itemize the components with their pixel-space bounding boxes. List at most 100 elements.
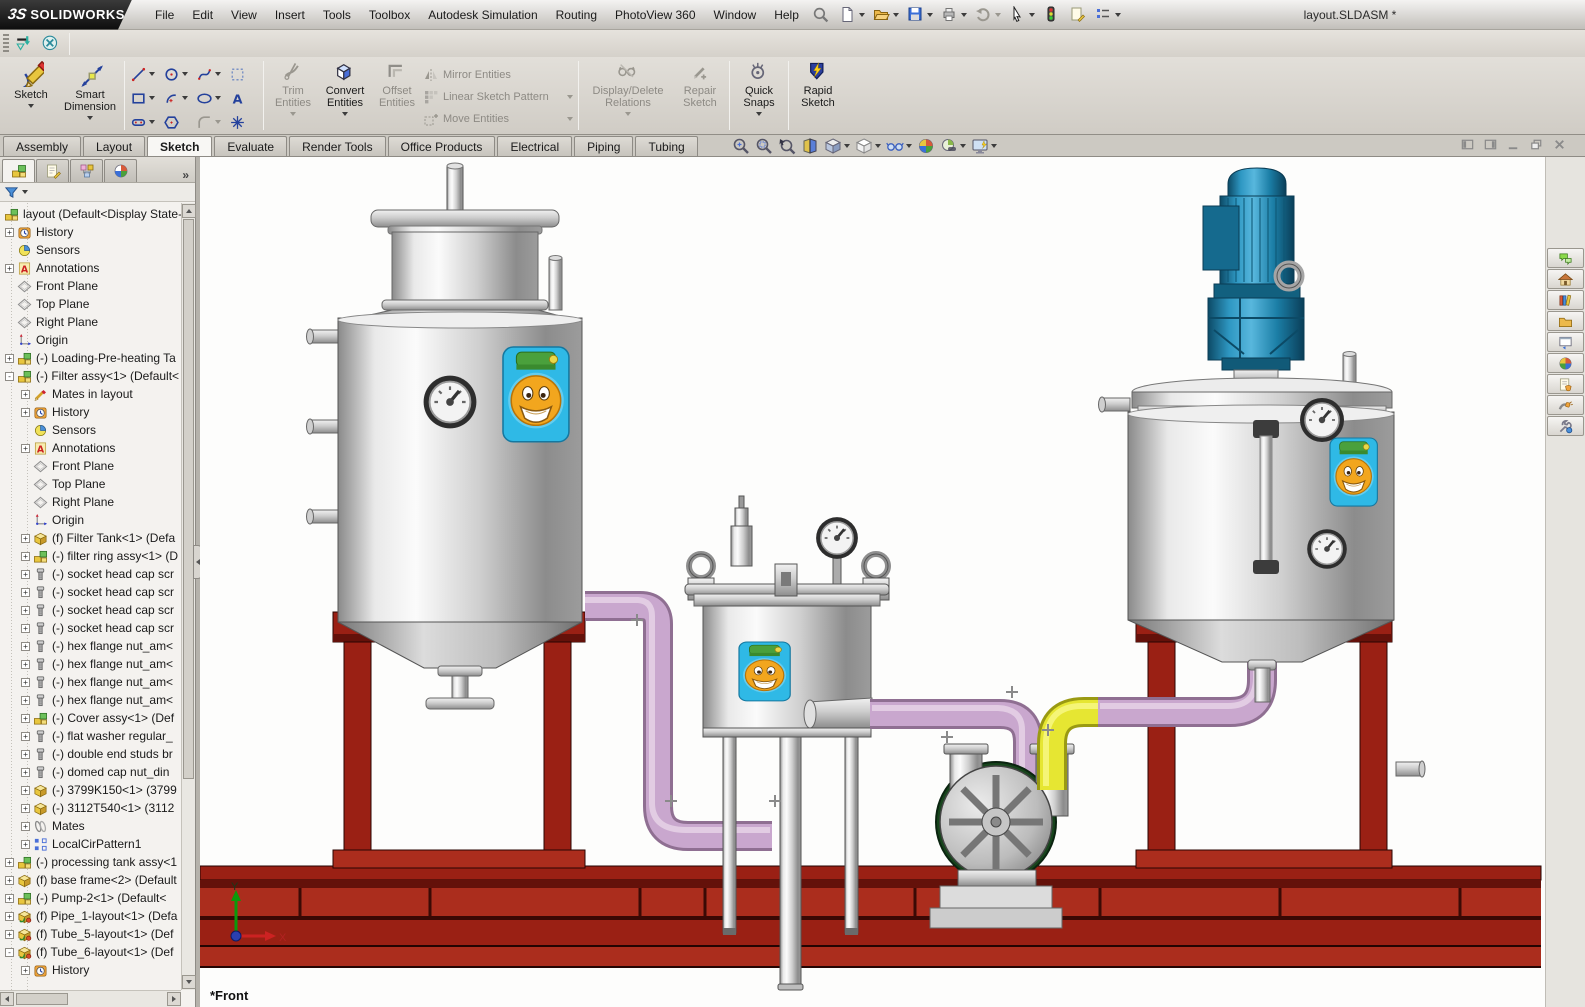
trim-entities-button[interactable]: Trim Entities xyxy=(267,57,319,134)
expand-icon[interactable]: + xyxy=(21,822,30,831)
tree-item[interactable]: +(-) 3112T540<1> (3112 xyxy=(0,799,181,817)
menu-edit[interactable]: Edit xyxy=(183,4,222,26)
chevron-down-icon[interactable] xyxy=(215,96,221,100)
expand-icon[interactable]: + xyxy=(5,264,14,273)
tree-item[interactable]: Top Plane xyxy=(0,475,181,493)
expand-icon[interactable]: + xyxy=(5,858,14,867)
chevron-down-icon[interactable] xyxy=(906,144,912,148)
tree-item[interactable]: Top Plane xyxy=(0,295,181,313)
speech-bubbles-button[interactable] xyxy=(1547,248,1584,268)
menu-file[interactable]: File xyxy=(146,4,183,26)
view-settings-button[interactable] xyxy=(938,136,968,156)
menu-insert[interactable]: Insert xyxy=(266,4,314,26)
tree-item[interactable]: +History xyxy=(0,223,181,241)
chevron-down-icon[interactable] xyxy=(290,112,296,116)
toolbar-drag-handle[interactable] xyxy=(3,34,9,54)
tree-horizontal-scrollbar[interactable] xyxy=(0,990,181,1007)
rebuild-traffic-light-button[interactable] xyxy=(1040,3,1064,27)
chevron-down-icon[interactable] xyxy=(215,72,221,76)
tree-item[interactable]: +(-) Pump-2<1> (Default< xyxy=(0,889,181,907)
tab-sketch[interactable]: Sketch xyxy=(147,136,212,156)
tree-item[interactable]: -(-) Filter assy<1> (Default< xyxy=(0,367,181,385)
chevron-down-icon[interactable] xyxy=(215,120,221,124)
undo-button[interactable] xyxy=(972,3,1004,27)
collapse-icon[interactable]: - xyxy=(5,948,14,957)
tree-item[interactable]: Origin xyxy=(0,331,181,349)
chevron-down-icon[interactable] xyxy=(625,112,631,116)
magnified-selection-button[interactable] xyxy=(776,136,798,156)
tree-item[interactable]: +(f) Tube_5-layout<1> (Def xyxy=(0,925,181,943)
section-view-button[interactable] xyxy=(799,136,821,156)
menu-photoview-360[interactable]: PhotoView 360 xyxy=(606,4,705,26)
expand-icon[interactable]: + xyxy=(21,786,30,795)
menu-window[interactable]: Window xyxy=(705,4,766,26)
menu-help[interactable]: Help xyxy=(765,4,808,26)
tree-item[interactable]: +(-) socket head cap scr xyxy=(0,565,181,583)
chevron-down-icon[interactable] xyxy=(1115,13,1121,17)
graphics-viewport[interactable]: Y X *Front xyxy=(200,157,1545,1007)
menu-routing[interactable]: Routing xyxy=(547,4,606,26)
tab-evaluate[interactable]: Evaluate xyxy=(214,136,287,156)
tree-item[interactable]: Origin xyxy=(0,511,181,529)
select-cursor-button[interactable] xyxy=(1006,3,1038,27)
chevron-down-icon[interactable] xyxy=(567,117,573,121)
tree-item[interactable]: +(-) processing tank assy<1 xyxy=(0,853,181,871)
menu-toolbox[interactable]: Toolbox xyxy=(360,4,419,26)
search-icon[interactable] xyxy=(812,6,829,23)
chevron-down-icon[interactable] xyxy=(149,72,155,76)
expand-icon[interactable]: + xyxy=(5,354,14,363)
expand-icon[interactable]: + xyxy=(21,408,30,417)
tree-item[interactable]: +Mates xyxy=(0,817,181,835)
chevron-down-icon[interactable] xyxy=(342,112,348,116)
scroll-left-icon[interactable] xyxy=(0,992,14,1006)
tree-item[interactable]: +(-) filter ring assy<1> (D xyxy=(0,547,181,565)
close-button[interactable] xyxy=(1549,136,1569,153)
circle-tool-button[interactable] xyxy=(161,62,194,86)
filter-funnel-icon[interactable] xyxy=(4,184,19,199)
display-style-button[interactable] xyxy=(853,136,883,156)
tree-item[interactable]: -(f) Tube_6-layout<1> (Def xyxy=(0,943,181,961)
tree-item[interactable]: +(-) hex flange nut_am< xyxy=(0,637,181,655)
text-tool-button[interactable]: A xyxy=(227,86,260,110)
slot-tool-button[interactable] xyxy=(128,110,161,134)
chevron-down-icon[interactable] xyxy=(875,144,881,148)
expand-icon[interactable]: + xyxy=(21,678,30,687)
chevron-down-icon[interactable] xyxy=(567,95,573,99)
chevron-down-icon[interactable] xyxy=(149,96,155,100)
apply-scene-button[interactable] xyxy=(915,136,937,156)
scale-arrow-button[interactable] xyxy=(13,33,37,55)
wrench-parts-button[interactable] xyxy=(1547,416,1584,436)
fillet-tool-button[interactable] xyxy=(194,110,227,134)
tree-item[interactable]: Front Plane xyxy=(0,277,181,295)
expand-icon[interactable]: + xyxy=(21,804,30,813)
expand-icon[interactable]: + xyxy=(21,660,30,669)
zoom-to-fit-button[interactable] xyxy=(730,136,752,156)
scrollbar-thumb[interactable] xyxy=(16,993,68,1005)
point-tool-button[interactable] xyxy=(227,110,260,134)
preview-window-button[interactable] xyxy=(969,136,999,156)
expand-icon[interactable]: + xyxy=(21,534,30,543)
mirror-entities-button[interactable]: Mirror Entities xyxy=(423,64,575,86)
sketch-picture-tool-button[interactable] xyxy=(227,62,260,86)
save-button[interactable] xyxy=(904,3,936,27)
tree-item[interactable]: +(-) hex flange nut_am< xyxy=(0,673,181,691)
print-button[interactable] xyxy=(938,3,970,27)
arc-tool-button[interactable] xyxy=(161,86,194,110)
tree-item[interactable]: +AAnnotations xyxy=(0,259,181,277)
tree-vertical-scrollbar[interactable] xyxy=(181,203,195,990)
tab-layout[interactable]: Layout xyxy=(83,136,145,156)
linear-sketch-pattern-button[interactable]: Linear Sketch Pattern xyxy=(423,86,575,108)
tree-item[interactable]: +(-) socket head cap scr xyxy=(0,601,181,619)
expand-icon[interactable]: + xyxy=(21,390,30,399)
tree-item[interactable]: +(-) hex flange nut_am< xyxy=(0,655,181,673)
panel-tab-displaymanager[interactable] xyxy=(104,159,137,182)
chevron-down-icon[interactable] xyxy=(859,13,865,17)
tree-item[interactable]: +(f) Filter Tank<1> (Defa xyxy=(0,529,181,547)
chevron-down-icon[interactable] xyxy=(893,13,899,17)
hose-plug-button[interactable] xyxy=(1547,395,1584,415)
expand-icon[interactable]: + xyxy=(21,588,30,597)
chevron-down-icon[interactable] xyxy=(87,116,93,120)
custom-properties-button[interactable] xyxy=(1547,374,1584,394)
pane-toggle-left-button[interactable] xyxy=(1457,136,1477,153)
tree-item[interactable]: +(f) base frame<2> (Default xyxy=(0,871,181,889)
